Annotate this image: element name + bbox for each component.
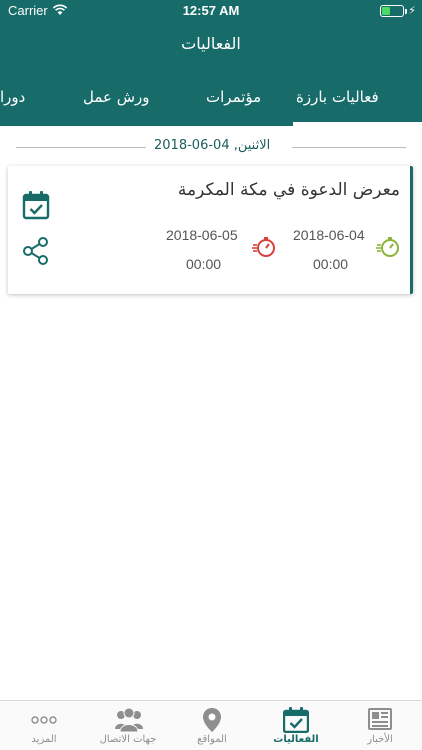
nav-contacts[interactable]: جهات الاتصال [86,701,170,750]
event-card[interactable]: معرض الدعوة في مكة المكرمة 2018-06-04 00… [8,166,413,294]
share-icon[interactable] [22,236,50,266]
nav-contacts-label: جهات الاتصال [99,734,157,745]
nav-locations-label: المواقع [197,734,227,745]
divider-right [292,147,406,148]
nav-more[interactable]: المزيد [2,701,86,750]
page-title: الفعاليات [181,34,241,53]
contacts-icon [115,707,143,733]
nav-events-label: الفعاليات [273,734,319,745]
tab-courses[interactable]: دورا [0,88,25,106]
more-icon [31,716,57,724]
battery-icon [380,5,407,17]
tab-conferences[interactable]: مؤتمرات [206,88,261,106]
nav-news-label: الأخبار [367,734,393,745]
start-date: 2018-06-04 [293,227,365,243]
end-time: 00:00 [186,256,222,272]
end-date: 2018-06-05 [166,227,238,243]
charging-icon: ⚡ [408,4,416,17]
status-bar: Carrier 12:57 AM ⚡ [0,0,422,22]
calendar-icon [283,707,309,733]
location-pin-icon [203,708,221,732]
status-time: 12:57 AM [182,3,240,18]
divider-left [16,147,146,148]
tab-featured-events[interactable]: فعاليات بارزة [296,88,379,106]
tab-bar: فعاليات بارزة مؤتمرات ورش عمل دورا [0,80,422,126]
date-separator: الاثنين, 04-06-2018 [16,137,406,157]
nav-more-label: المزيد [31,734,57,745]
bottom-tab-bar: الأخبار الفعاليات المواقع جهات الاتصال ا… [0,700,422,750]
start-time-icon [376,237,399,257]
active-tab-indicator [293,122,422,126]
date-separator-label: الاثنين, 04-06-2018 [154,138,271,153]
nav-news[interactable]: الأخبار [338,701,422,750]
end-time-icon [252,237,275,257]
top-bar: Carrier 12:57 AM ⚡ الفعاليات فعاليات بار… [0,0,422,126]
nav-events[interactable]: الفعاليات [254,701,338,750]
add-to-calendar-icon[interactable] [22,190,50,220]
event-title: معرض الدعوة في مكة المكرمة [177,180,400,200]
tab-workshops[interactable]: ورش عمل [83,88,150,106]
news-icon [368,708,392,730]
nav-locations[interactable]: المواقع [170,701,254,750]
start-time: 00:00 [313,256,349,272]
